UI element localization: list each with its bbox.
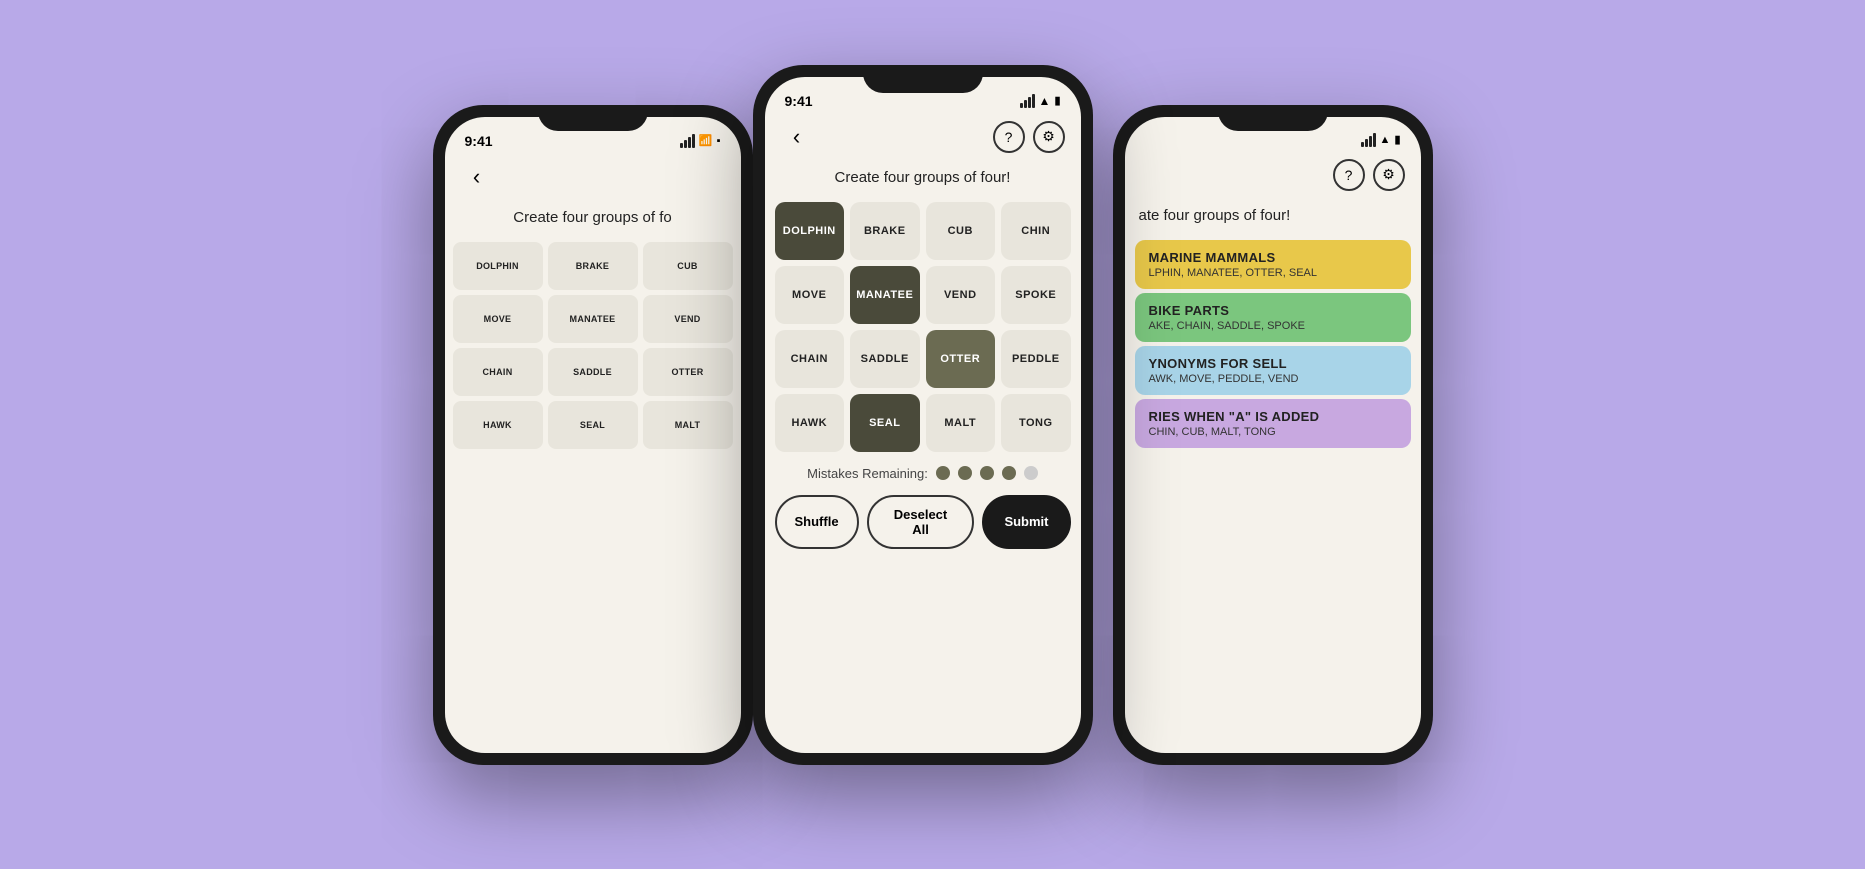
back-button-center[interactable]: ‹ [781, 121, 813, 153]
tile-hawk-left[interactable]: HAWK [453, 401, 543, 449]
phone-right: ▲ ▮ ? ⚙ ate four groups of four! [1113, 105, 1433, 765]
tile-move[interactable]: MOVE [775, 266, 845, 324]
tile-brake-left[interactable]: BRAKE [548, 242, 638, 290]
status-icons-center: ▲ ▮ [1020, 94, 1061, 108]
notch-center [863, 65, 983, 93]
tile-vend[interactable]: VEND [926, 266, 996, 324]
screen-center: 9:41 ▲ ▮ ‹ ? [765, 77, 1081, 753]
tile-chain[interactable]: CHAIN [775, 330, 845, 388]
tile-hawk[interactable]: HAWK [775, 394, 845, 452]
tile-brake[interactable]: BRAKE [850, 202, 920, 260]
dot-3 [980, 466, 994, 480]
screen-right: ▲ ▮ ? ⚙ ate four groups of four! [1125, 117, 1421, 753]
nav-icons-right-center: ? ⚙ [993, 121, 1065, 153]
tile-tong[interactable]: TONG [1001, 394, 1071, 452]
tile-cub-left[interactable]: CUB [643, 242, 733, 290]
notch-right [1218, 105, 1328, 131]
tile-seal[interactable]: SEAL [850, 394, 920, 452]
tile-peddle[interactable]: PEDDLE [1001, 330, 1071, 388]
wifi-icon-right: ▲ [1380, 134, 1391, 146]
question-icon-center: ? [1005, 129, 1013, 145]
instruction-right: ate four groups of four! [1125, 199, 1421, 232]
result-words-added: CHIN, CUB, MALT, TONG [1149, 426, 1397, 438]
shuffle-button[interactable]: Shuffle [775, 495, 859, 549]
dot-5 [1024, 466, 1038, 480]
wifi-icon-left: 📶 [699, 134, 713, 147]
tile-manatee[interactable]: MANATEE [850, 266, 920, 324]
battery-icon-center: ▮ [1054, 94, 1060, 107]
phone-center: 9:41 ▲ ▮ ‹ ? [753, 65, 1093, 765]
question-icon-right: ? [1345, 167, 1353, 183]
word-grid-left: DOLPHIN BRAKE CUB MOVE MANATEE VEND CHAI… [445, 242, 741, 449]
tile-cub[interactable]: CUB [926, 202, 996, 260]
phone-left: 9:41 📶 ▪ ‹ Cre [433, 105, 753, 765]
result-title-added: RIES WHEN "A" IS ADDED [1149, 409, 1397, 424]
back-button-left[interactable]: ‹ [461, 161, 493, 193]
deselect-button[interactable]: Deselect All [867, 495, 975, 549]
result-words-bike: AKE, CHAIN, SADDLE, SPOKE [1149, 320, 1397, 332]
help-button-center[interactable]: ? [993, 121, 1025, 153]
time-left: 9:41 [465, 133, 493, 149]
result-words-sell: AWK, MOVE, PEDDLE, VEND [1149, 373, 1397, 385]
tile-dolphin[interactable]: DOLPHIN [775, 202, 845, 260]
instruction-center: Create four groups of four! [765, 161, 1081, 194]
time-center: 9:41 [785, 93, 813, 109]
status-icons-left: 📶 ▪ [680, 134, 721, 148]
settings-button-center[interactable]: ⚙ [1033, 121, 1065, 153]
dot-1 [936, 466, 950, 480]
gear-icon-center: ⚙ [1042, 128, 1055, 145]
settings-button-right[interactable]: ⚙ [1373, 159, 1405, 191]
tile-vend-left[interactable]: VEND [643, 295, 733, 343]
tile-chin[interactable]: CHIN [1001, 202, 1071, 260]
tile-otter[interactable]: OTTER [926, 330, 996, 388]
nav-bar-left: ‹ [445, 153, 741, 201]
result-card-marine: MARINE MAMMALS LPHIN, MANATEE, OTTER, SE… [1135, 240, 1411, 289]
dot-2 [958, 466, 972, 480]
tile-manatee-left[interactable]: MANATEE [548, 295, 638, 343]
tile-otter-left[interactable]: OTTER [643, 348, 733, 396]
notch-left [538, 105, 648, 131]
help-button-right[interactable]: ? [1333, 159, 1365, 191]
status-icons-right: ▲ ▮ [1361, 133, 1401, 147]
nav-bar-center: ‹ ? ⚙ [765, 113, 1081, 161]
result-title-bike: BIKE PARTS [1149, 303, 1397, 318]
wifi-icon-center: ▲ [1039, 94, 1051, 108]
nav-bar-right: ? ⚙ [1125, 151, 1421, 199]
signal-icon-right [1361, 133, 1376, 147]
result-card-sell: YNONYMS FOR SELL AWK, MOVE, PEDDLE, VEND [1135, 346, 1411, 395]
result-card-added: RIES WHEN "A" IS ADDED CHIN, CUB, MALT, … [1135, 399, 1411, 448]
mistakes-row: Mistakes Remaining: [765, 452, 1081, 495]
tile-saddle[interactable]: SADDLE [850, 330, 920, 388]
tile-spoke[interactable]: SPOKE [1001, 266, 1071, 324]
word-grid-center: DOLPHIN BRAKE CUB CHIN MOVE MANATEE VEND… [765, 202, 1081, 452]
result-card-bike: BIKE PARTS AKE, CHAIN, SADDLE, SPOKE [1135, 293, 1411, 342]
mistakes-label: Mistakes Remaining: [807, 466, 928, 481]
action-buttons: Shuffle Deselect All Submit [765, 495, 1081, 549]
battery-icon-left: ▪ [717, 135, 721, 147]
dot-4 [1002, 466, 1016, 480]
screen-left: 9:41 📶 ▪ ‹ Cre [445, 117, 741, 753]
phones-container: 9:41 📶 ▪ ‹ Cre [483, 45, 1383, 825]
signal-icon-center [1020, 94, 1035, 108]
tile-saddle-left[interactable]: SADDLE [548, 348, 638, 396]
submit-button[interactable]: Submit [982, 495, 1070, 549]
instruction-left: Create four groups of fo [445, 201, 741, 234]
tile-seal-left[interactable]: SEAL [548, 401, 638, 449]
tile-malt-left[interactable]: MALT [643, 401, 733, 449]
result-words-marine: LPHIN, MANATEE, OTTER, SEAL [1149, 267, 1397, 279]
nav-icons-right-right: ? ⚙ [1333, 159, 1405, 191]
tile-chain-left[interactable]: CHAIN [453, 348, 543, 396]
result-title-marine: MARINE MAMMALS [1149, 250, 1397, 265]
result-title-sell: YNONYMS FOR SELL [1149, 356, 1397, 371]
tile-dolphin-left[interactable]: DOLPHIN [453, 242, 543, 290]
gear-icon-right: ⚙ [1382, 166, 1395, 183]
battery-icon-right: ▮ [1394, 133, 1400, 146]
tile-move-left[interactable]: MOVE [453, 295, 543, 343]
signal-icon-left [680, 134, 695, 148]
tile-malt[interactable]: MALT [926, 394, 996, 452]
